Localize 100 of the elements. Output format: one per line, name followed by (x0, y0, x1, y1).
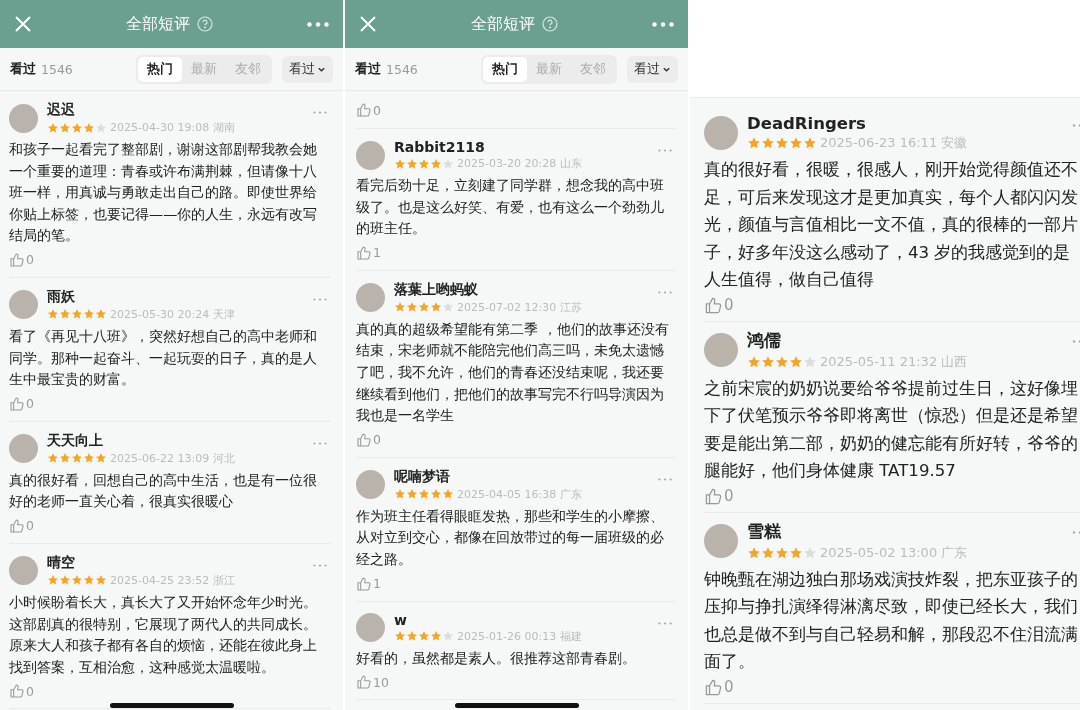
star-icon (95, 308, 107, 321)
star-icon (71, 121, 83, 134)
sort-tab[interactable]: 热门 (138, 56, 182, 82)
star-icon (747, 545, 761, 560)
avatar-placeholder[interactable] (704, 116, 738, 150)
star-icon (789, 136, 803, 150)
review-text: 好看的，虽然都是素人。很推荐这部青春剧。 (356, 648, 637, 668)
like-count: 0 (724, 678, 734, 696)
star-icon (394, 301, 406, 314)
user-name[interactable]: 落葉上哟蚂蚁 (394, 280, 582, 299)
like-count: 1 (373, 245, 381, 261)
more-icon[interactable] (313, 441, 327, 445)
avatar-placeholder[interactable] (704, 524, 738, 558)
user-name[interactable]: 迟迟 (47, 101, 235, 119)
page-title: 全部短评 (126, 13, 190, 35)
star-icon (442, 630, 454, 643)
star-icon (747, 354, 761, 369)
star-icon (47, 308, 59, 321)
thumbs-up-icon[interactable] (356, 102, 372, 118)
avatar-placeholder[interactable] (356, 613, 385, 643)
close-icon[interactable] (359, 15, 377, 33)
avatar-placeholder[interactable] (9, 290, 38, 320)
page-title: 全部短评 (471, 13, 535, 35)
close-icon[interactable] (14, 15, 32, 33)
star-icon (59, 308, 71, 321)
review-count: 1546 (386, 61, 418, 77)
help-icon[interactable] (197, 16, 213, 32)
star-icon (406, 488, 418, 501)
user-name[interactable]: DeadRingers (747, 114, 968, 133)
star-icon (406, 630, 418, 643)
avatar-placeholder[interactable] (356, 470, 385, 500)
more-icon[interactable] (313, 563, 327, 567)
avatar-placeholder[interactable] (356, 140, 385, 170)
like-count: 1 (373, 576, 381, 592)
user-name[interactable]: 呢喃梦语 (394, 467, 582, 486)
star-icon (71, 452, 83, 465)
more-icon[interactable] (313, 111, 327, 114)
more-icon[interactable] (658, 290, 672, 294)
filter-dropdown[interactable]: 看过 (282, 55, 333, 83)
more-icon[interactable] (307, 21, 329, 27)
user-name[interactable]: 雨妖 (47, 287, 235, 306)
more-icon[interactable] (658, 477, 672, 481)
more-icon[interactable] (658, 149, 672, 152)
star-icon (71, 574, 83, 587)
star-icon (418, 488, 430, 501)
star-icon (83, 452, 95, 465)
thumbs-up-icon[interactable] (9, 395, 25, 412)
thumbs-up-icon[interactable] (704, 677, 723, 697)
thumbs-up-icon[interactable] (356, 244, 372, 261)
star-icon (775, 545, 789, 560)
star-icon (430, 157, 442, 170)
more-icon[interactable] (658, 621, 672, 625)
thumbs-up-icon[interactable] (9, 251, 25, 268)
user-name[interactable]: 鸿儒 (747, 329, 968, 352)
star-icon (430, 301, 442, 314)
review-text: 之前宋宸的奶奶说要给爷爷提前过生日，这好像埋下了伏笔预示爷爷即将离世（惊恐）但是还是希望要是能出第二部，奶奶的健忘能有所好转，爷爷的腿能好，他们身体健康 TAT19.57 (704, 377, 1079, 482)
thumbs-up-icon[interactable] (356, 674, 372, 691)
filter-label: 看过 (355, 60, 381, 78)
user-name[interactable]: 天天向上 (47, 431, 235, 450)
star-icon (430, 630, 442, 643)
review-text: 真的很好看，很暖，很感人，刚开始觉得颜值还不足，可后来发现这才是更加真实，每个人都闪闪发光，颜值与言值相比一文不值，真的很棒的一部片子，好多年没这么感动了，43 岁的我感觉到的是人生值得，做自己值得 (704, 159, 1079, 291)
review-text: 钟晚甄在湖边独白那场戏演技炸裂，把东亚孩子的压抑与挣扎演绎得淋漓尽致，即使已经长大，我们也总是做不到与自己轻易和解，那段忍不住泪流满面了。 (704, 568, 1079, 673)
user-name[interactable]: 雪糕 (747, 520, 968, 543)
star-icon (83, 308, 95, 321)
star-icon (95, 452, 107, 465)
review-text: 看了《再见十八班》，突然好想自己的高中老师和同学。那种一起奋斗、一起玩耍的日子，真的是人生中最宝贵的财富。 (9, 326, 318, 390)
thumbs-up-icon[interactable] (704, 486, 723, 506)
review-text: 小时候盼着长大，真长大了又开始怀念年少时光。这部剧真的很特别，它展现了两代人的共同成长。原来大人和孩子都有各自的烦恼，还能在彼此身上找到答案，互相治愈，这种感觉太温暖啦。 (9, 592, 318, 677)
thumbs-up-icon[interactable] (9, 517, 25, 534)
avatar-placeholder[interactable] (704, 333, 738, 367)
avatar-placeholder[interactable] (9, 103, 38, 133)
review-text: 真的很好看，回想自己的高中生活，也是有一位很好的老师一直关心着，很真实很暖心 (9, 470, 318, 512)
star-icon (789, 354, 803, 369)
thumbs-up-icon[interactable] (9, 683, 25, 700)
star-icon (59, 574, 71, 587)
thumbs-up-icon[interactable] (356, 431, 372, 448)
user-name[interactable]: Rabbit2118 (394, 139, 582, 155)
filter-dropdown[interactable]: 看过 (627, 55, 678, 83)
more-icon[interactable] (313, 297, 327, 301)
review-text: 和孩子一起看完了整部剧，谢谢这部剧帮我教会她一个重要的道理：青春或许布满荆棘，但请像十八班一样，用真诚与勇敢走出自己的路。即使世界给你贴上标签，也要记得——你的人生，永远有改写结局的笔。 (9, 140, 319, 246)
star-icon (442, 301, 454, 314)
like-count: 0 (26, 518, 34, 534)
help-icon[interactable] (542, 16, 558, 32)
thumbs-up-icon[interactable] (356, 575, 372, 592)
avatar-placeholder[interactable] (9, 434, 38, 464)
star-icon (418, 630, 430, 643)
user-name[interactable]: 晴空 (47, 553, 235, 572)
star-icon (406, 301, 418, 314)
star-icon (59, 121, 71, 134)
star-icon (747, 136, 761, 150)
user-name[interactable]: w (394, 611, 582, 628)
avatar-placeholder[interactable] (356, 283, 385, 313)
star-icon (59, 452, 71, 465)
filter-label: 看过 (10, 60, 36, 78)
avatar-placeholder[interactable] (9, 556, 38, 586)
star-icon (803, 545, 817, 560)
more-icon[interactable] (652, 21, 674, 27)
sort-tab[interactable]: 热门 (483, 56, 527, 82)
thumbs-up-icon[interactable] (704, 295, 723, 315)
star-icon (418, 301, 430, 314)
